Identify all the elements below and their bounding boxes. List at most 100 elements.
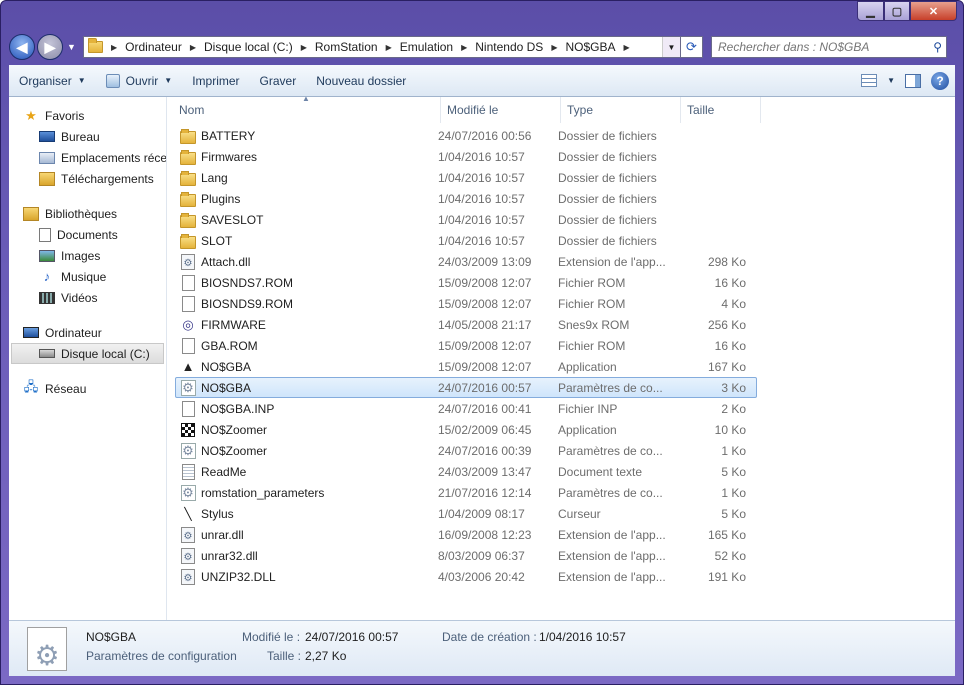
file-row[interactable]: Plugins 1/04/2016 10:57 Dossier de fichier… [175, 188, 757, 209]
nav-computer[interactable]: Ordinateur [9, 322, 166, 343]
file-modified: 1/04/2009 08:17 [438, 506, 525, 521]
dll-file-icon [180, 569, 196, 585]
nav-documents[interactable]: Documents [9, 224, 166, 245]
minimize-button[interactable]: ▁ [857, 1, 884, 21]
nav-libraries-label: Bibliothèques [45, 206, 118, 221]
change-view-icon[interactable] [861, 74, 878, 87]
search-box[interactable]: ⚲ [711, 36, 947, 58]
breadcrumb-nintendo-ds[interactable]: Nintendo DS [475, 40, 543, 54]
search-input[interactable] [718, 40, 918, 54]
file-size: 191 Ko [707, 569, 746, 584]
file-row[interactable]: unrar.dll 16/09/2008 12:23 Extension de l'… [175, 524, 757, 545]
file-row[interactable]: Lang 1/04/2016 10:57 Dossier de fichiers [175, 167, 757, 188]
file-row[interactable]: NO$Zoomer 15/02/2009 06:45 Application 10 K… [175, 419, 757, 440]
file-name-cell: NO$GBA.INP [176, 401, 434, 417]
breadcrumb-separator[interactable]: ▶ [551, 43, 557, 52]
hard-drive-icon [39, 349, 55, 358]
folder-file-icon [180, 233, 196, 249]
file-row[interactable]: BIOSNDS9.ROM 15/09/2008 12:07 Fichier ROM 4… [175, 293, 757, 314]
help-icon[interactable]: ? [931, 71, 949, 90]
nav-images[interactable]: Images [9, 245, 166, 266]
column-header-type[interactable]: Type [561, 97, 681, 123]
file-row[interactable]: FIRMWARE 14/05/2008 21:17 Snes9x ROM 256 Ko [175, 314, 757, 335]
file-row[interactable]: NO$GBA 15/09/2008 12:07 Application 167 Ko [175, 356, 757, 377]
file-modified: 15/09/2008 12:07 [438, 296, 532, 311]
maximize-button[interactable]: ▢ [884, 1, 910, 21]
nav-downloads[interactable]: Téléchargements [9, 168, 166, 189]
organise-button[interactable]: Organiser ▼ [9, 65, 96, 96]
breadcrumb-separator[interactable]: ▶ [111, 43, 117, 52]
nav-local-disk[interactable]: Disque local (C:) [11, 343, 164, 364]
breadcrumb-emulation[interactable]: Emulation [400, 40, 453, 54]
file-row[interactable]: BATTERY 24/07/2016 00:56 Dossier de fichie… [175, 125, 757, 146]
new-folder-button[interactable]: Nouveau dossier [306, 65, 416, 96]
file-name: NO$GBA.INP [201, 401, 275, 416]
file-name: FIRMWARE [201, 317, 266, 332]
nav-music[interactable]: ♪ Musique [9, 266, 166, 287]
file-row[interactable]: romstation_parameters 21/07/2016 12:14 Par… [175, 482, 757, 503]
nav-network[interactable]: 🖧 Réseau [9, 378, 166, 399]
doc-file-icon [180, 338, 196, 354]
file-name: unrar.dll [201, 527, 244, 542]
burn-button[interactable]: Graver [250, 65, 307, 96]
file-modified: 21/07/2016 12:14 [438, 485, 532, 500]
refresh-button[interactable]: ⟳ [681, 36, 703, 58]
forward-button[interactable]: ▶ [37, 34, 63, 60]
file-row[interactable]: BIOSNDS7.ROM 15/09/2008 12:07 Fichier ROM 1… [175, 272, 757, 293]
file-row[interactable]: NO$GBA.INP 24/07/2016 00:41 Fichier INP 2 K… [175, 398, 757, 419]
file-row[interactable]: unrar32.dll 8/03/2009 06:37 Extension de l… [175, 545, 757, 566]
file-row[interactable]: SLOT 1/04/2016 10:57 Dossier de fichiers [175, 230, 757, 251]
nav-libraries[interactable]: Bibliothèques [9, 203, 166, 224]
file-type: Dossier de fichiers [558, 128, 657, 143]
file-row[interactable]: Firmwares 1/04/2016 10:57 Dossier de fichi… [175, 146, 757, 167]
file-name-cell: NO$Zoomer [176, 422, 434, 438]
back-button[interactable]: ◀ [9, 34, 35, 60]
open-button[interactable]: Ouvrir ▼ [96, 65, 183, 96]
breadcrumb-separator[interactable]: ▶ [461, 43, 467, 52]
file-type: Fichier ROM [558, 338, 626, 353]
column-header-modified[interactable]: Modifié le [441, 97, 561, 123]
nav-favorites[interactable]: ★ Favoris [9, 105, 166, 126]
file-row[interactable]: SAVESLOT 1/04/2016 10:57 Dossier de fichie… [175, 209, 757, 230]
file-type: Dossier de fichiers [558, 149, 657, 164]
nav-recent-places[interactable]: Emplacements récents [9, 147, 166, 168]
file-type: Fichier ROM [558, 296, 626, 311]
file-row[interactable]: NO$GBA 24/07/2016 00:57 Paramètres de co..… [175, 377, 757, 398]
file-type: Application [558, 422, 617, 437]
breadcrumb-nogba[interactable]: NO$GBA [565, 40, 615, 54]
file-row[interactable]: ReadMe 24/03/2009 13:47 Document texte 5 Ko [175, 461, 757, 482]
nav-videos[interactable]: Vidéos [9, 287, 166, 308]
chevron-down-icon: ▼ [77, 76, 86, 85]
preview-pane-icon[interactable] [905, 73, 921, 88]
column-headers: ▲ Nom Modifié le Type Taille [167, 97, 955, 123]
breadcrumb-separator[interactable]: ▶ [301, 43, 307, 52]
search-icon[interactable]: ⚲ [933, 40, 942, 54]
file-size: 52 Ko [714, 548, 746, 563]
breadcrumb-separator[interactable]: ▶ [623, 43, 629, 52]
file-row[interactable]: Attach.dll 24/03/2009 13:09 Extension de l… [175, 251, 757, 272]
breadcrumb-ordinateur[interactable]: Ordinateur [125, 40, 182, 54]
print-button[interactable]: Imprimer [182, 65, 249, 96]
file-row[interactable]: Stylus 1/04/2009 08:17 Curseur 5 Ko [175, 503, 757, 524]
file-row[interactable]: UNZIP32.DLL 4/03/2006 20:42 Extension de l… [175, 566, 757, 587]
address-dropdown-button[interactable]: ▼ [662, 37, 680, 57]
recent-pages-dropdown[interactable]: ▼ [67, 42, 77, 52]
breadcrumb-romstation[interactable]: RomStation [315, 40, 378, 54]
open-file-icon [105, 73, 120, 88]
file-row[interactable]: GBA.ROM 15/09/2008 12:07 Fichier ROM 16 Ko [175, 335, 757, 356]
nav-music-label: Musique [61, 269, 107, 284]
file-type: Paramètres de co... [558, 485, 663, 500]
file-row[interactable]: NO$Zoomer 24/07/2016 00:39 Paramètres de c… [175, 440, 757, 461]
folder-icon [88, 38, 103, 53]
view-options-dropdown[interactable]: ▼ [887, 76, 895, 85]
file-name: ReadMe [201, 464, 247, 479]
file-type: Dossier de fichiers [558, 191, 657, 206]
address-bar[interactable]: ▶ Ordinateur ▶ Disque local (C:) ▶ RomSt… [83, 36, 681, 58]
column-header-size[interactable]: Taille [681, 97, 761, 123]
breadcrumb-disque-local[interactable]: Disque local (C:) [204, 40, 293, 54]
nav-bureau[interactable]: Bureau [9, 126, 166, 147]
close-button[interactable]: ✕ [910, 1, 957, 21]
network-group: 🖧 Réseau [9, 378, 166, 399]
breadcrumb-separator[interactable]: ▶ [386, 43, 392, 52]
breadcrumb-separator[interactable]: ▶ [190, 43, 196, 52]
